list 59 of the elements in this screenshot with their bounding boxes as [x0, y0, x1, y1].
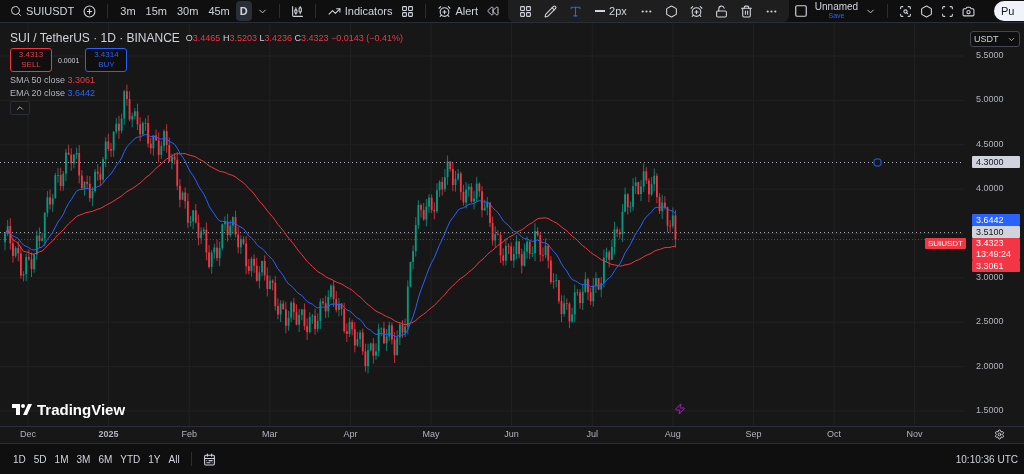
interval-tab[interactable]: 45m [204, 1, 234, 21]
interval-tab[interactable]: D [235, 1, 252, 21]
time-tick: Nov [906, 429, 923, 439]
price-tick: 4.0000 [976, 183, 1004, 194]
interval-tab[interactable]: 30m [172, 1, 203, 21]
last-price-label: 3.4323 13:49:24 [972, 237, 1020, 260]
interval-tab[interactable]: 15m [141, 1, 171, 21]
time-tick: Apr [343, 429, 358, 439]
price-level-line[interactable] [0, 162, 964, 163]
tradingview-logo[interactable]: TradingView [12, 401, 126, 418]
price-tick: 2.0000 [976, 360, 1004, 371]
time-tick: Oct [827, 429, 841, 439]
price-tick: 4.5000 [976, 138, 1004, 149]
alert-button[interactable]: Alert [434, 1, 483, 21]
currency-select[interactable]: USDT [970, 31, 1020, 47]
chart-title[interactable]: SUI / TetherUS · 1D · BINANCE [10, 31, 180, 45]
time-tick: Aug [664, 429, 681, 439]
time-tick: Jun [504, 429, 519, 439]
time-tick: Jul [586, 429, 598, 439]
level-handle[interactable] [873, 158, 882, 167]
indicator-legend[interactable]: SMA 50 close 3.3061 [10, 75, 404, 85]
price-level-line[interactable] [0, 232, 964, 234]
price-tick: 2.5000 [976, 316, 1004, 327]
search-icon [10, 5, 22, 17]
time-tick: Sep [745, 429, 762, 439]
sell-button[interactable]: 3.4313 SELL [10, 48, 52, 72]
price-tick: 5.5000 [976, 50, 1004, 60]
range-button[interactable]: 1D [10, 453, 29, 465]
clock: 10:10:36 UTC [955, 453, 1018, 465]
range-button[interactable]: All [165, 453, 183, 465]
range-button[interactable]: YTD [117, 453, 144, 465]
price-tick: 3.0000 [976, 271, 1004, 282]
time-tick: May [422, 429, 440, 439]
logo-icon [12, 404, 32, 415]
time-tick: Mar [262, 429, 278, 439]
indicator-price-label: 3.6442 [972, 213, 1020, 226]
line-width-button[interactable]: 2px [591, 1, 631, 21]
line-icon [595, 10, 606, 12]
interval-tab[interactable]: 3m [116, 1, 140, 21]
time-tick: 2025 [98, 429, 119, 439]
range-button[interactable]: 1M [51, 453, 72, 465]
range-button[interactable]: 6M [95, 453, 116, 465]
time-tick: Feb [181, 429, 197, 439]
level-price-label: 4.3000 [972, 155, 1020, 168]
time-tick: Dec [20, 429, 36, 439]
range-button[interactable]: 5D [30, 453, 50, 465]
indicators-button[interactable]: Indicators [323, 1, 397, 21]
price-tick: 5.0000 [976, 94, 1004, 105]
indicator-legend[interactable]: EMA 20 close 3.6442 [10, 88, 404, 98]
chevron-up-icon [15, 103, 25, 113]
symbol-search[interactable]: SUIUSDT [6, 1, 79, 21]
buy-button[interactable]: 3.4314 BUY [85, 48, 128, 72]
publish-button[interactable]: Pu [994, 1, 1024, 21]
price-tick: 1.5000 [976, 405, 1004, 415]
alarm-clock-icon [438, 4, 452, 18]
range-button[interactable]: 3M [73, 453, 94, 465]
range-button[interactable]: 1Y [145, 453, 164, 465]
ohlc-values: O3.4465 H3.5203 L3.4236 C3.4323 −0.0143 (−0.41%) [185, 33, 404, 43]
symbol-tag: SUIUSDT [924, 237, 966, 249]
